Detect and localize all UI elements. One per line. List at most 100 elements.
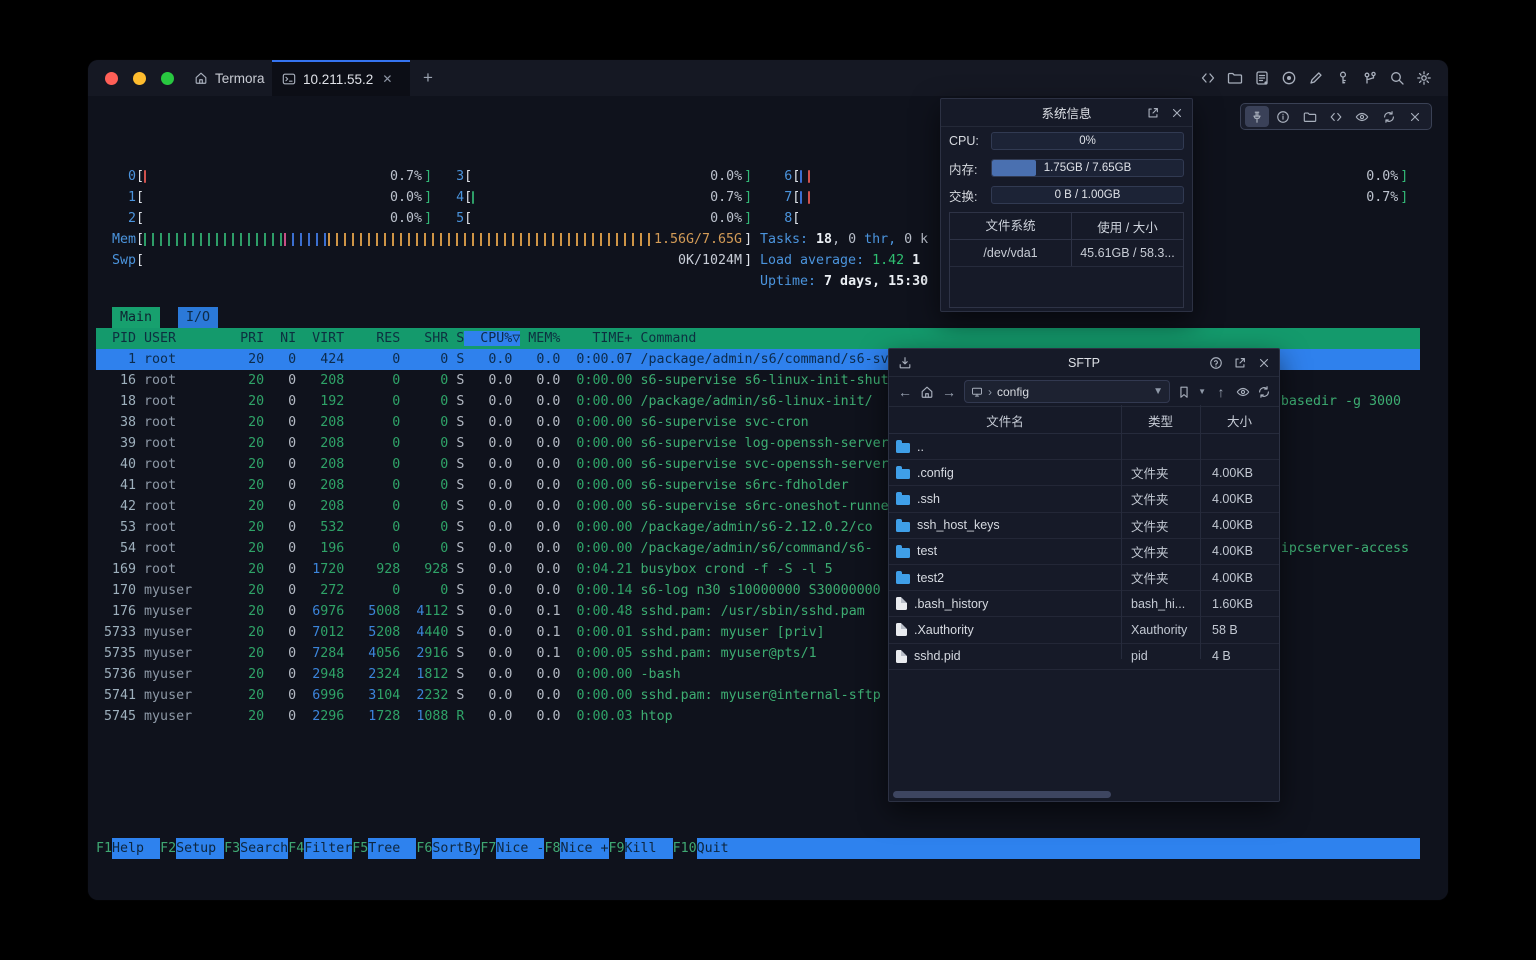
- current-directory: config: [997, 385, 1029, 399]
- minimize-window-button[interactable]: [133, 72, 146, 85]
- folder-icon: [896, 443, 910, 453]
- close-tab-icon[interactable]: ✕: [382, 72, 392, 86]
- upload-icon[interactable]: ↑: [1213, 384, 1229, 400]
- file-row[interactable]: .XauthorityXauthority58 B: [889, 617, 1279, 643]
- sftp-titlebar: SFTP: [889, 349, 1279, 377]
- new-tab-button[interactable]: +: [418, 68, 438, 88]
- bookmark-icon[interactable]: [1177, 385, 1191, 399]
- tab-termora[interactable]: Termora: [180, 60, 279, 96]
- open-external-icon[interactable]: [1146, 106, 1160, 120]
- metric-row: CPU:0%: [949, 132, 1184, 150]
- file-row[interactable]: ..: [889, 434, 1279, 460]
- header-left: PID USER PRI NI VIRT RES SHR S: [96, 331, 464, 346]
- eye-icon[interactable]: [1350, 106, 1374, 127]
- show-hidden-icon[interactable]: [1236, 385, 1250, 399]
- htop-tab-main[interactable]: Main: [112, 307, 160, 328]
- header-cpu-sort[interactable]: CPU%▽: [464, 331, 520, 346]
- breadcrumb-separator: ›: [988, 385, 992, 399]
- app-window: Termora 10.211.55.2 ✕ + 0[0.7%] 3[0.0%] …: [88, 60, 1448, 900]
- col-filename[interactable]: 文件名: [889, 411, 1121, 430]
- file-row[interactable]: ssh_host_keys文件夹4.00KB: [889, 513, 1279, 539]
- zoom-window-button[interactable]: [161, 72, 174, 85]
- fkey-f7[interactable]: F7: [480, 838, 496, 859]
- path-breadcrumb[interactable]: › config ▼: [964, 380, 1170, 403]
- fkey-f4[interactable]: F4: [288, 838, 304, 859]
- system-info-titlebar: 系统信息: [941, 99, 1192, 127]
- refresh-icon[interactable]: [1257, 385, 1271, 399]
- close-icon[interactable]: [1257, 356, 1271, 370]
- help-icon[interactable]: [1209, 356, 1223, 370]
- file-row[interactable]: test2文件夹4.00KB: [889, 565, 1279, 591]
- file-icon: [896, 597, 907, 610]
- swp-meter: Swp[0K/1024M]: [96, 250, 752, 271]
- fkey-f7-label[interactable]: Nice -: [496, 838, 544, 859]
- fkey-f9-label[interactable]: Kill: [625, 838, 673, 859]
- cpu-meter-row: 2[0.0%] 5[0.0%] 8[: [96, 208, 800, 229]
- fkey-f6[interactable]: F6: [416, 838, 432, 859]
- file-row[interactable]: .ssh文件夹4.00KB: [889, 486, 1279, 512]
- htop-info-line: Uptime: 7 days, 15:30: [760, 271, 928, 292]
- settings-icon[interactable]: [1416, 70, 1432, 86]
- col-size[interactable]: 大小: [1200, 411, 1279, 430]
- horizontal-scrollbar[interactable]: [893, 791, 1111, 798]
- fkey-f2-label[interactable]: Setup: [176, 838, 224, 859]
- col-type[interactable]: 类型: [1121, 411, 1200, 430]
- folder-icon[interactable]: [1227, 70, 1243, 86]
- code-icon[interactable]: [1200, 70, 1216, 86]
- home-icon[interactable]: [920, 385, 934, 399]
- fkey-f1-label[interactable]: Help: [112, 838, 160, 859]
- fkey-f1[interactable]: F1: [96, 838, 112, 859]
- fkey-f3-label[interactable]: Search: [240, 838, 288, 859]
- info-icon[interactable]: [1271, 106, 1295, 127]
- forward-icon[interactable]: →: [941, 384, 957, 400]
- tab-session[interactable]: 10.211.55.2 ✕: [272, 60, 410, 96]
- fkey-f8[interactable]: F8: [544, 838, 560, 859]
- htop-tab-io[interactable]: I/O: [178, 307, 218, 328]
- column-divider: [1121, 405, 1122, 659]
- close-window-button[interactable]: [105, 72, 118, 85]
- filesystem-row[interactable]: /dev/vda145.61GB / 58.3...: [950, 240, 1183, 267]
- file-table-header[interactable]: 文件名 类型 大小: [889, 407, 1279, 434]
- chevron-down-icon[interactable]: ▼: [1153, 386, 1163, 397]
- fkey-f4-label[interactable]: Filter: [304, 838, 352, 859]
- fkey-f5-label[interactable]: Tree: [368, 838, 416, 859]
- close-icon[interactable]: [1170, 106, 1184, 120]
- file-row[interactable]: test文件夹4.00KB: [889, 539, 1279, 565]
- log-icon[interactable]: [1254, 70, 1270, 86]
- tab-label: Termora: [215, 71, 265, 86]
- fkey-f5[interactable]: F5: [352, 838, 368, 859]
- htop-info-line: Tasks: 18, 0 thr, 0 k: [760, 229, 928, 250]
- column-divider: [1200, 405, 1201, 659]
- htop-info-line: Load average: 1.42 1: [760, 250, 920, 271]
- function-key-bar: F1Help F2Setup F3SearchF4FilterF5Tree F6…: [96, 838, 1420, 859]
- file-row[interactable]: sshd.pidpid4 B: [889, 644, 1279, 670]
- key-icon[interactable]: [1335, 70, 1351, 86]
- bookmark-caret-icon[interactable]: ▼: [1198, 387, 1206, 396]
- close-icon[interactable]: [1403, 106, 1427, 127]
- open-external-icon[interactable]: [1233, 356, 1247, 370]
- refresh-icon[interactable]: [1377, 106, 1401, 127]
- fs-col-usage: 使用 / 大小: [1072, 217, 1183, 236]
- file-row[interactable]: .config文件夹4.00KB: [889, 460, 1279, 486]
- search-icon[interactable]: [1389, 70, 1405, 86]
- fkey-f2[interactable]: F2: [160, 838, 176, 859]
- folder-icon: [896, 495, 910, 505]
- fkey-f10[interactable]: F10: [673, 838, 697, 859]
- fkey-f8-label[interactable]: Nice +: [560, 838, 608, 859]
- file-icon: [896, 650, 907, 663]
- filesystem-table: 文件系统 使用 / 大小 /dev/vda145.61GB / 58.3...: [949, 212, 1184, 308]
- pin-icon[interactable]: [1245, 106, 1269, 127]
- fkey-f3[interactable]: F3: [224, 838, 240, 859]
- process-table-header[interactable]: PID USER PRI NI VIRT RES SHR S CPU%▽ MEM…: [96, 328, 1420, 349]
- edit-icon[interactable]: [1308, 70, 1324, 86]
- fkey-f10-label[interactable]: Quit: [697, 838, 745, 859]
- code-icon[interactable]: [1324, 106, 1348, 127]
- folder-icon[interactable]: [1298, 106, 1322, 127]
- sftp-toolbar: ← → › config ▼ ▼ ↑: [889, 377, 1279, 407]
- fkey-f9[interactable]: F9: [609, 838, 625, 859]
- record-icon[interactable]: [1281, 70, 1297, 86]
- keychain-icon[interactable]: [1362, 70, 1378, 86]
- fkey-f6-label[interactable]: SortBy: [432, 838, 480, 859]
- back-icon[interactable]: ←: [897, 384, 913, 400]
- file-row[interactable]: .bash_historybash_hi...1.60KB: [889, 591, 1279, 617]
